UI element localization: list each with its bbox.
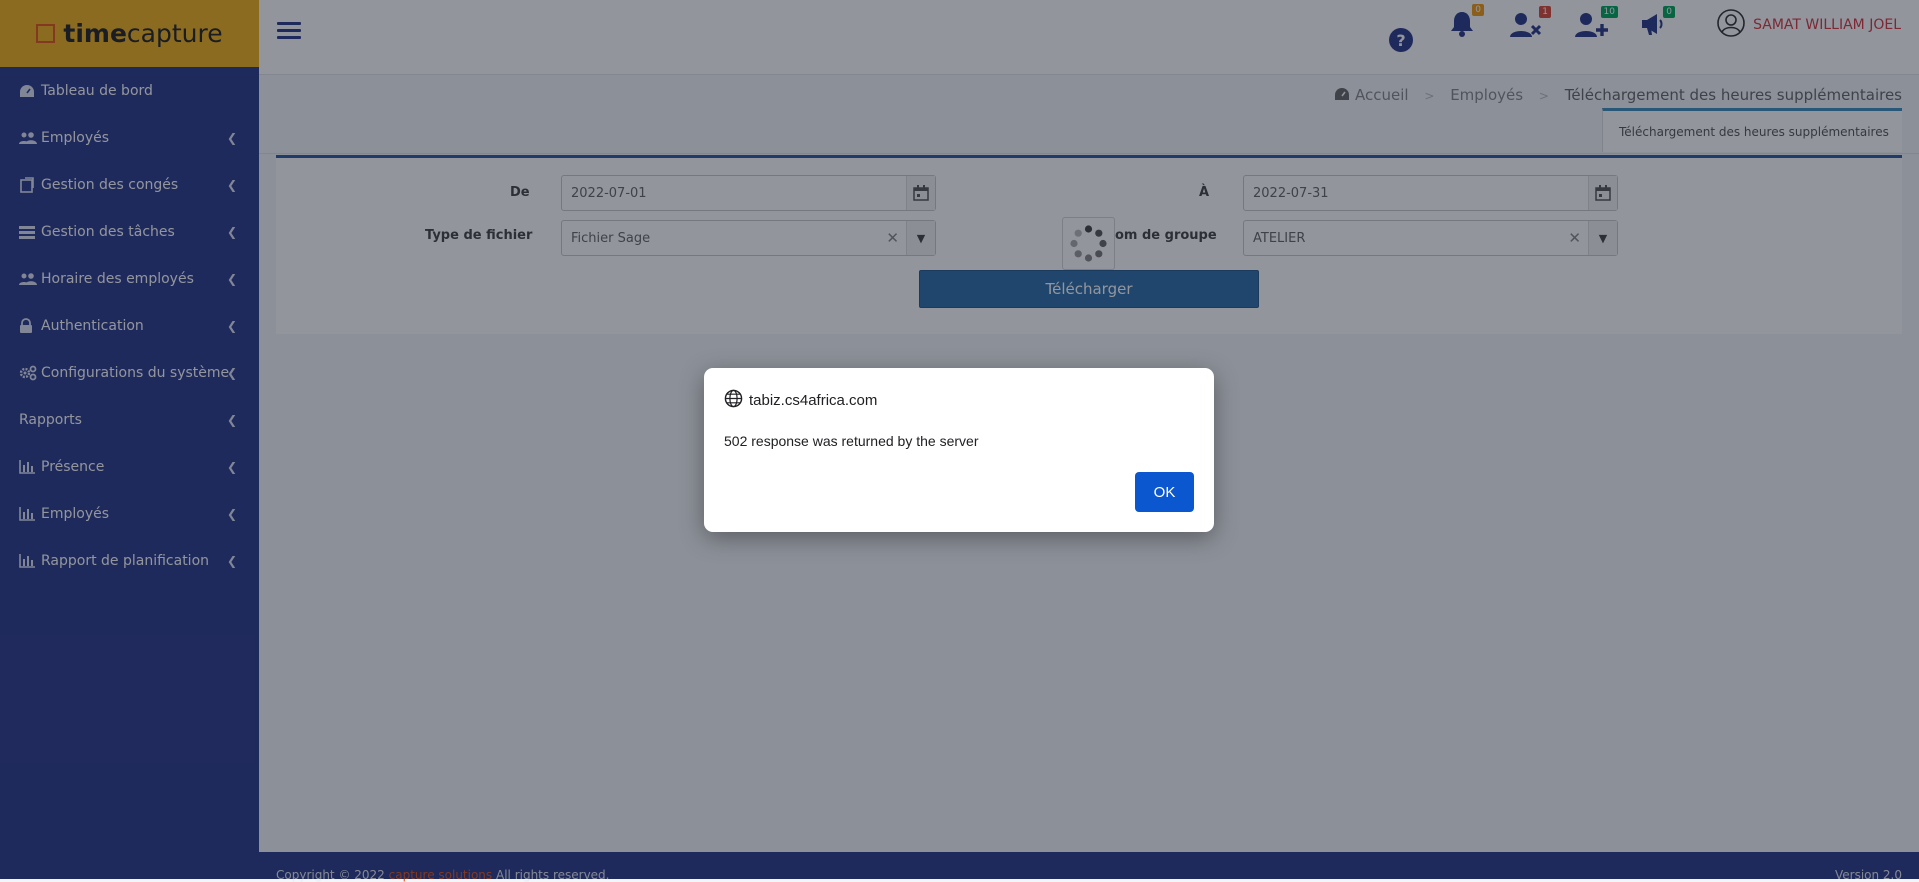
globe-icon [724,389,749,412]
alert-dialog: tabiz.cs4africa.com 502 response was ret… [704,368,1214,532]
dialog-message: 502 response was returned by the server [724,433,979,449]
dialog-header: tabiz.cs4africa.com [724,389,877,412]
dialog-origin: tabiz.cs4africa.com [749,392,878,409]
dialog-ok-button[interactable]: OK [1135,472,1194,512]
